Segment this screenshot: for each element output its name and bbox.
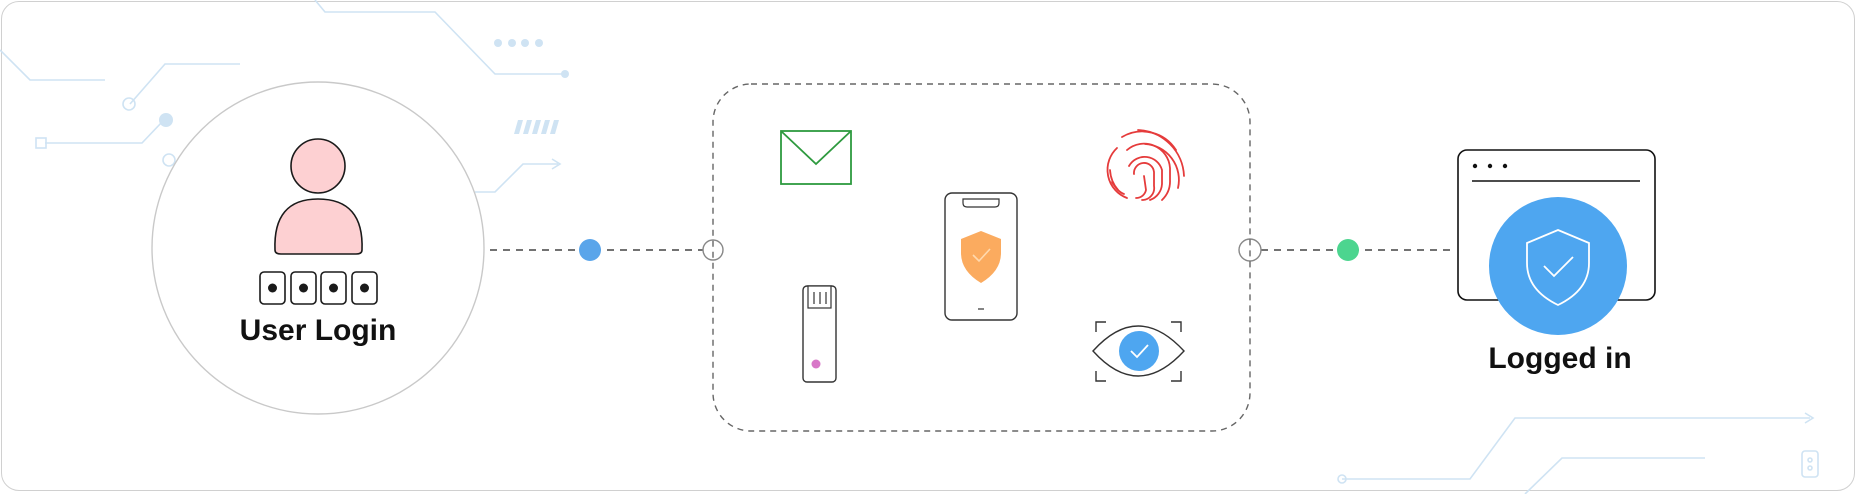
usb-security-key-icon: [802, 285, 837, 383]
logged-in-node: [1457, 149, 1656, 335]
logged-in-label: Logged in: [1488, 342, 1632, 375]
fingerprint-icon: [1106, 129, 1185, 201]
user-login-node: [151, 81, 485, 415]
shield-check-icon: [1489, 197, 1627, 335]
mfa-methods-box: [712, 83, 1251, 432]
eye-scan-icon: [1092, 321, 1185, 382]
connector-left: [490, 239, 724, 261]
flow-node-blue: [579, 239, 601, 261]
flow-node-green: [1337, 239, 1359, 261]
connector-right: [1238, 238, 1450, 262]
smartphone-shield-icon: [944, 192, 1018, 321]
envelope-icon: [780, 130, 852, 185]
circuit-decoration-bottom-right: [1337, 412, 1819, 494]
mfa-flow-diagram: [0, 0, 1819, 494]
user-login-label: User Login: [239, 314, 397, 347]
